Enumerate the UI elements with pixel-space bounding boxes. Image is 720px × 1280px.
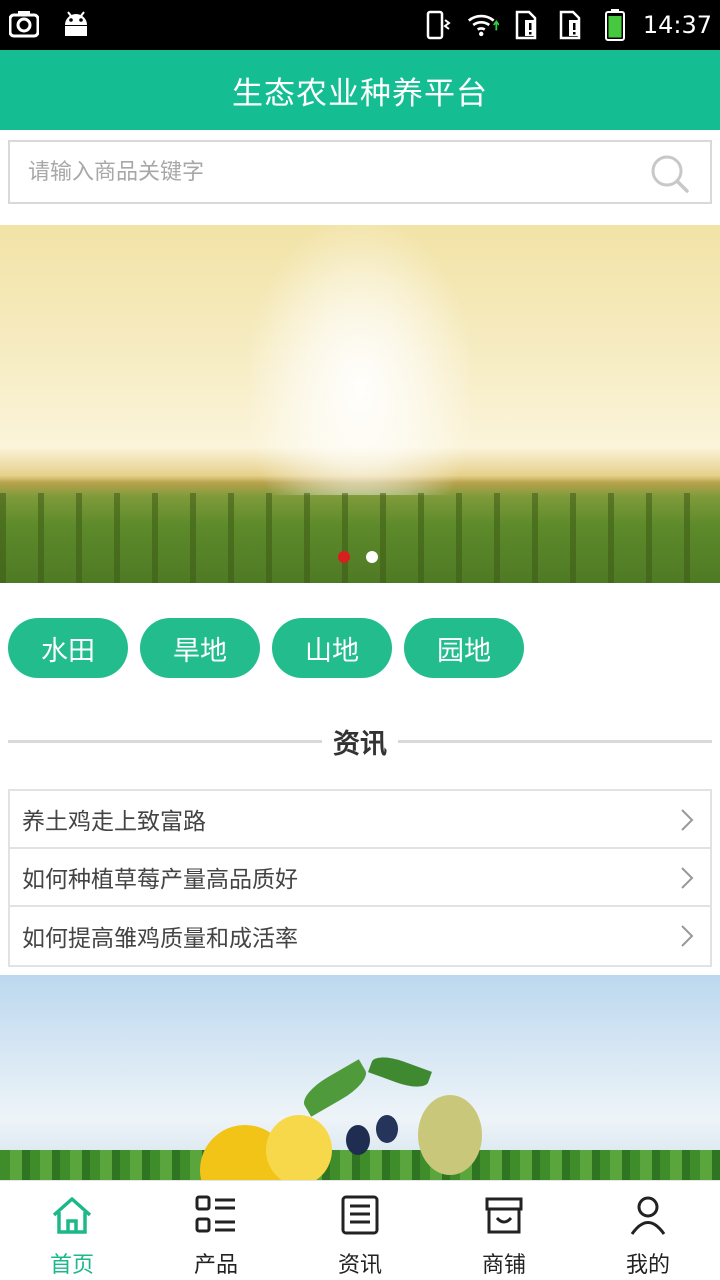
green-fruit-image — [418, 1095, 482, 1175]
sim1-alert-icon — [511, 9, 543, 41]
news-title: 养土鸡走上致富路 — [22, 809, 206, 835]
category-dry-land[interactable]: 旱地 — [140, 618, 260, 678]
leaf-image — [368, 1051, 432, 1093]
tab-label: 资讯 — [337, 1253, 382, 1278]
news-section-header: 资讯 — [8, 720, 712, 764]
tab-label: 首页 — [49, 1253, 94, 1278]
banner-vineyard-rows — [0, 493, 720, 583]
list-item[interactable]: 如何种植草莓产量高品质好 — [10, 849, 710, 907]
sim2-alert-icon — [555, 9, 587, 41]
chevron-right-icon — [681, 925, 694, 947]
category-garden-land[interactable]: 园地 — [404, 618, 524, 678]
clock: 14:37 — [642, 11, 712, 39]
battery-icon — [599, 9, 631, 41]
screenshot-icon — [8, 8, 40, 40]
news-title: 如何提高雏鸡质量和成活率 — [22, 926, 298, 952]
tab-label: 我的 — [625, 1253, 670, 1278]
lemon-half-image — [266, 1115, 332, 1180]
list-item[interactable]: 如何提高雏鸡质量和成活率 — [10, 907, 710, 965]
category-pills: 水田 旱地 山地 园地 — [8, 618, 524, 678]
home-icon — [52, 1197, 92, 1234]
promo-image[interactable] — [0, 975, 720, 1180]
chevron-right-icon — [681, 809, 694, 831]
leaf-image — [298, 1059, 372, 1117]
news-title: 如何种植草莓产量高品质好 — [22, 867, 298, 893]
carousel-indicator — [338, 551, 378, 563]
category-paddy-field[interactable]: 水田 — [8, 618, 128, 678]
app-header: 生态农业种养平台 — [0, 50, 720, 130]
banner-carousel[interactable] — [0, 225, 720, 583]
tab-products[interactable]: 产品 — [144, 1181, 288, 1280]
tab-shops[interactable]: 商铺 — [432, 1181, 576, 1280]
page-title: 生态农业种养平台 — [232, 75, 488, 112]
carousel-dot-active[interactable] — [338, 551, 350, 563]
chevron-right-icon — [681, 867, 694, 889]
vibrate-icon — [423, 9, 455, 41]
news-icon — [341, 1195, 379, 1235]
android-icon — [60, 8, 92, 40]
status-bar: 14:37 — [0, 0, 720, 50]
wifi-icon — [467, 9, 499, 41]
tab-profile[interactable]: 我的 — [576, 1181, 720, 1280]
carousel-dot[interactable] — [366, 551, 378, 563]
tab-label: 商铺 — [481, 1253, 526, 1278]
list-item[interactable]: 养土鸡走上致富路 — [10, 791, 710, 849]
banner-sunlight — [250, 225, 470, 495]
bottom-navigation: 首页 产品 资讯 商铺 我的 — [0, 1180, 720, 1280]
olive-image — [376, 1115, 398, 1143]
search-icon[interactable] — [650, 154, 690, 194]
tab-news[interactable]: 资讯 — [288, 1181, 432, 1280]
user-icon — [630, 1196, 666, 1235]
shop-icon — [485, 1197, 523, 1234]
section-title: 资讯 — [333, 729, 387, 760]
tab-label: 产品 — [193, 1253, 238, 1278]
olive-image — [346, 1125, 370, 1155]
list-icon — [195, 1195, 235, 1233]
search-bar[interactable] — [8, 140, 712, 204]
tab-home[interactable]: 首页 — [0, 1181, 144, 1280]
search-input[interactable] — [28, 142, 628, 202]
category-mountain-land[interactable]: 山地 — [272, 618, 392, 678]
news-list: 养土鸡走上致富路 如何种植草莓产量高品质好 如何提高雏鸡质量和成活率 — [8, 789, 712, 967]
